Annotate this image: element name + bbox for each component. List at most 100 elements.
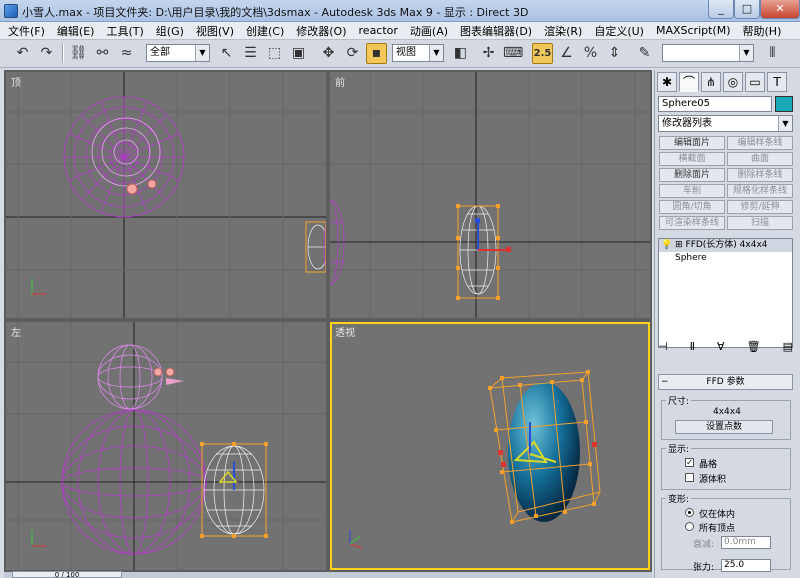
window-title: 小雪人.max - 项目文件夹: D:\用户目录\我的文档\3dsmax - A… bbox=[22, 6, 529, 19]
edit-patch-button[interactable]: 编辑面片 bbox=[659, 136, 725, 150]
expand-plus-icon[interactable]: ⊞ bbox=[675, 240, 683, 250]
menu-file[interactable]: 文件(F) bbox=[8, 23, 45, 39]
remove-modifier-icon[interactable]: 🗑 bbox=[747, 340, 761, 356]
configure-sets-icon[interactable]: ▤ bbox=[783, 340, 793, 356]
modifier-list-dropdown[interactable]: 修改器列表 ▼ bbox=[658, 115, 793, 132]
motion-tab-icon[interactable]: ◎ bbox=[723, 72, 743, 92]
sweep-button[interactable]: 扫描 bbox=[727, 216, 793, 230]
viewport-front-label[interactable]: 前 bbox=[335, 74, 345, 89]
menu-customize[interactable]: 自定义(U) bbox=[594, 23, 644, 39]
unlink-icon[interactable]: ⚯ bbox=[92, 43, 113, 64]
tension-input[interactable]: 25.0 bbox=[721, 559, 771, 572]
menu-edit[interactable]: 编辑(E) bbox=[57, 23, 95, 39]
pin-stack-icon[interactable]: ⊣ bbox=[658, 340, 668, 356]
delete-patch-button[interactable]: 删除面片 bbox=[659, 168, 725, 182]
hierarchy-tab-icon[interactable]: ⋔ bbox=[701, 72, 721, 92]
mirror-icon[interactable]: ⫴ bbox=[762, 43, 783, 64]
renderable-spline-button[interactable]: 可渲染样条线 bbox=[659, 216, 725, 230]
cross-section-button[interactable]: 横截面 bbox=[659, 152, 725, 166]
chevron-down-icon: ▼ bbox=[429, 45, 443, 61]
select-by-name-icon[interactable]: ☰ bbox=[240, 43, 261, 64]
percent-snap-icon[interactable]: % bbox=[580, 43, 601, 64]
fillet-chamfer-button[interactable]: 圆角/切角 bbox=[659, 200, 725, 214]
menu-group[interactable]: 组(G) bbox=[156, 23, 184, 39]
minimize-button[interactable]: _ bbox=[708, 0, 734, 19]
pivot-center-icon[interactable]: ◧ bbox=[450, 43, 471, 64]
menu-views[interactable]: 视图(V) bbox=[196, 23, 234, 39]
chevron-down-icon: ▼ bbox=[778, 116, 792, 131]
redo-icon[interactable]: ↷ bbox=[36, 43, 57, 64]
select-object-icon[interactable]: ↖ bbox=[216, 43, 237, 64]
time-slider[interactable]: 0 / 100 bbox=[12, 571, 122, 578]
dimensions-value: 4x4x4 bbox=[713, 407, 741, 417]
delete-spline-button[interactable]: 删除样条线 bbox=[727, 168, 793, 182]
stack-item-ffd-label: FFD(长方体) 4x4x4 bbox=[685, 240, 768, 250]
lathe-button[interactable]: 车削 bbox=[659, 184, 725, 198]
menu-modifiers[interactable]: 修改器(O) bbox=[296, 23, 346, 39]
ffd-params-rollout[interactable]: − FFD 参数 bbox=[658, 374, 793, 390]
snap-toggle-icon[interactable]: 2.5 bbox=[532, 43, 553, 64]
toolbar-separator bbox=[62, 43, 64, 63]
menu-graph-editors[interactable]: 图表编辑器(D) bbox=[460, 23, 532, 39]
menu-reactor[interactable]: reactor bbox=[359, 24, 398, 37]
named-selection-dropdown[interactable]: ▼ bbox=[662, 44, 754, 62]
rect-selection-icon[interactable]: ⬚ bbox=[264, 43, 285, 64]
object-color-swatch[interactable] bbox=[775, 96, 793, 112]
display-tab-icon[interactable]: ▭ bbox=[745, 72, 765, 92]
undo-icon[interactable]: ↶ bbox=[12, 43, 33, 64]
app-icon[interactable] bbox=[4, 4, 18, 18]
utilities-tab-icon[interactable]: T bbox=[767, 72, 787, 92]
stack-item-ffd[interactable]: 💡 ⊞ FFD(长方体) 4x4x4 bbox=[659, 239, 792, 252]
front-viewport-scene bbox=[330, 72, 650, 318]
stack-item-sphere[interactable]: Sphere bbox=[659, 252, 792, 265]
modify-tab-icon[interactable]: ⌒ bbox=[679, 72, 699, 92]
maximize-button[interactable]: □ bbox=[734, 0, 760, 19]
normalize-spline-button[interactable]: 规格化样条线 bbox=[727, 184, 793, 198]
perspective-viewport-scene bbox=[349, 370, 601, 549]
selection-filter-dropdown[interactable]: 全部 ▼ bbox=[146, 44, 210, 62]
viewport-top[interactable]: 顶 bbox=[6, 72, 326, 318]
edit-spline-button[interactable]: 编辑样条线 bbox=[727, 136, 793, 150]
only-in-volume-radio[interactable] bbox=[685, 508, 694, 517]
spinner-snap-icon[interactable]: ⇕ bbox=[604, 43, 625, 64]
surface-button[interactable]: 曲面 bbox=[727, 152, 793, 166]
scale-icon[interactable]: ▪ bbox=[366, 43, 387, 64]
menu-tools[interactable]: 工具(T) bbox=[106, 23, 143, 39]
select-link-icon[interactable]: ⛓ bbox=[68, 43, 89, 64]
make-unique-icon[interactable]: ∀ bbox=[717, 340, 725, 356]
create-tab-icon[interactable]: ✱ bbox=[657, 72, 677, 92]
show-end-result-icon[interactable]: Ⅱ bbox=[690, 340, 695, 356]
object-name-field[interactable]: Sphere05 bbox=[658, 96, 772, 112]
falloff-input[interactable]: 0.0mm bbox=[721, 536, 771, 549]
named-selection-icon[interactable]: ✎ bbox=[634, 43, 655, 64]
trim-extend-button[interactable]: 修剪/延伸 bbox=[727, 200, 793, 214]
window-crossing-icon[interactable]: ▣ bbox=[288, 43, 309, 64]
display-group-label: 显示: bbox=[666, 442, 692, 455]
ref-coord-dropdown[interactable]: 视图 ▼ bbox=[392, 44, 444, 62]
viewport-top-label[interactable]: 顶 bbox=[11, 74, 21, 89]
select-manipulate-icon[interactable]: ✢ bbox=[478, 43, 499, 64]
keyboard-shortcut-icon[interactable]: ⌨ bbox=[502, 43, 523, 64]
viewport-perspective[interactable]: 透视 bbox=[330, 322, 650, 570]
rotate-icon[interactable]: ⟳ bbox=[342, 43, 363, 64]
viewport-left[interactable]: 左 bbox=[6, 322, 326, 570]
bind-space-warp-icon[interactable]: ≈ bbox=[116, 43, 137, 64]
lightbulb-icon[interactable]: 💡 bbox=[661, 240, 672, 250]
viewport-perspective-label[interactable]: 透视 bbox=[335, 324, 355, 339]
lattice-checkbox[interactable]: ✓ bbox=[685, 458, 694, 467]
angle-snap-icon[interactable]: ∠ bbox=[556, 43, 577, 64]
menu-animation[interactable]: 动画(A) bbox=[410, 23, 448, 39]
menu-rendering[interactable]: 渲染(R) bbox=[544, 23, 582, 39]
command-panel: ✱ ⌒ ⋔ ◎ ▭ T Sphere05 修改器列表 ▼ 编辑面片 编辑样条线 … bbox=[654, 70, 800, 578]
source-volume-checkbox[interactable] bbox=[685, 473, 694, 482]
close-button[interactable]: ✕ bbox=[760, 0, 800, 19]
menu-create[interactable]: 创建(C) bbox=[246, 23, 284, 39]
set-points-button[interactable]: 设置点数 bbox=[675, 420, 773, 434]
move-icon[interactable]: ✥ bbox=[318, 43, 339, 64]
all-vertices-radio[interactable] bbox=[685, 522, 694, 531]
viewport-front[interactable]: 前 bbox=[330, 72, 650, 318]
top-viewport-scene bbox=[6, 72, 326, 318]
menu-help[interactable]: 帮助(H) bbox=[743, 23, 782, 39]
viewport-left-label[interactable]: 左 bbox=[11, 324, 21, 339]
menu-maxscript[interactable]: MAXScript(M) bbox=[656, 24, 731, 37]
